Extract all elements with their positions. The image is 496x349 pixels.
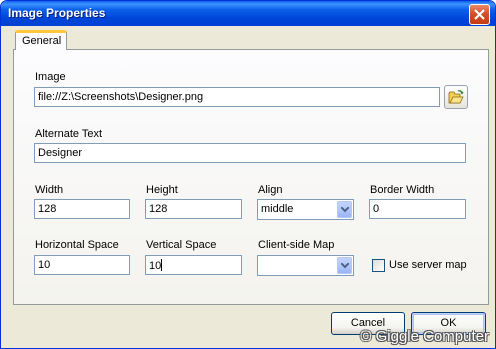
watermark: © Giggle Computer: [360, 328, 489, 345]
align-select[interactable]: middle: [257, 199, 354, 220]
width-label: Width: [35, 184, 64, 196]
align-select-value: middle: [261, 203, 294, 215]
use-server-map-label[interactable]: Use server map: [389, 259, 467, 271]
vertical-space-label: Vertical Space: [146, 239, 217, 251]
vertical-space-value: 10: [149, 260, 162, 272]
client-side-map-label: Client-side Map: [258, 239, 335, 251]
image-path-input[interactable]: file://Z:\Screenshots\Designer.png: [34, 87, 440, 107]
horizontal-space-label: Horizontal Space: [35, 239, 119, 251]
dialog-body: General Image file://Z:\Screenshots\Desi…: [4, 26, 492, 346]
general-tab-panel: Image file://Z:\Screenshots\Designer.png…: [13, 49, 489, 305]
vertical-space-input[interactable]: 10: [145, 255, 242, 275]
use-server-map-checkbox[interactable]: [372, 259, 385, 272]
border-width-input[interactable]: 0: [369, 199, 466, 219]
chevron-down-icon: [341, 263, 349, 269]
image-label: Image: [35, 71, 66, 83]
chevron-down-icon: [341, 207, 349, 213]
close-button[interactable]: [469, 4, 490, 25]
horizontal-space-input[interactable]: 10: [34, 255, 130, 275]
alternate-text-input[interactable]: Designer: [34, 143, 466, 163]
title-bar[interactable]: Image Properties: [1, 1, 495, 26]
height-label: Height: [146, 184, 178, 196]
width-input[interactable]: 128: [34, 199, 130, 219]
image-properties-dialog: Image Properties General Image file://Z:…: [0, 0, 496, 349]
border-width-label: Border Width: [370, 184, 435, 196]
align-dropdown-button[interactable]: [337, 201, 352, 218]
folder-open-icon: [448, 90, 464, 104]
tab-general[interactable]: General: [15, 30, 67, 50]
alternate-text-label: Alternate Text: [35, 128, 103, 140]
client-side-map-select[interactable]: [257, 255, 354, 276]
client-side-map-dropdown-button[interactable]: [337, 257, 352, 274]
close-icon: [474, 9, 485, 20]
browse-button[interactable]: [444, 85, 468, 109]
align-label: Align: [258, 184, 283, 196]
height-input[interactable]: 128: [145, 199, 242, 219]
text-caret: [161, 259, 163, 271]
tab-general-label: General: [22, 35, 62, 47]
window-title: Image Properties: [8, 6, 106, 20]
